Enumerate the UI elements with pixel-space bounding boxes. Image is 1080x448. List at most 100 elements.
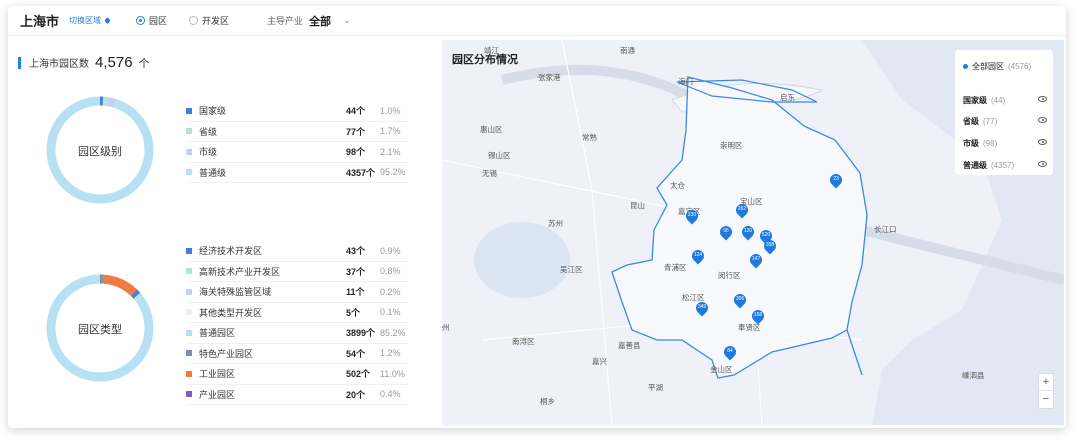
map-place-label: 苏州 [548, 219, 563, 228]
legend-count: 4357个 [346, 167, 376, 178]
map-marker-pin-icon[interactable]: 262 [733, 201, 751, 219]
legend-swatch [186, 350, 192, 357]
legend-all-label: 全部园区 [972, 62, 1004, 71]
map-place-label: 南浔区 [512, 337, 535, 346]
park-count-value: 4,576 [95, 54, 133, 71]
marker-count: 262 [737, 206, 747, 212]
map-place-label: 常熟 [582, 133, 597, 142]
map-place-label: 惠山区 [480, 125, 503, 134]
map-marker-pin-icon[interactable]: 230 [683, 207, 701, 225]
legend-name: 工业园区 [199, 369, 236, 380]
type-legend: 经济技术开发区 43个 0.9% 高新技术产业开发区 37个 0.8% 海关特殊监管区域 11… [186, 241, 408, 405]
map-marker-pin-icon[interactable]: 23 [827, 171, 845, 189]
radio-dev-zone[interactable]: 开发区 [189, 14, 229, 27]
eye-icon[interactable] [1038, 139, 1047, 145]
map-marker-pin-icon[interactable]: 130 [739, 223, 757, 241]
legend-count: 77个 [346, 126, 366, 137]
legend-all-parks[interactable]: 全部园区 (4576) [963, 61, 1031, 72]
radio-unchecked-icon [189, 16, 199, 25]
chevron-down-icon[interactable]: ⌄ [343, 15, 351, 26]
level-legend: 国家级 44个 1.0% 省级 77个 1.7% 市级 98个 2.1% 普通级 4357个 95.2… [186, 101, 408, 183]
map-marker-pin-icon[interactable]: 349 [693, 299, 711, 317]
legend-percent: 95.2% [380, 167, 406, 178]
legend-ordinary[interactable]: 普通级 (4357) [963, 160, 1047, 171]
map-place-label: 嘉善县 [618, 341, 641, 350]
legend-row: 特色产业园区 54个 1.2% [186, 344, 408, 364]
map-place-label: 太仓 [670, 181, 685, 190]
map-place-label: 闵行区 [718, 271, 741, 280]
map-place-label: 昆山 [630, 201, 645, 210]
legend-row: 国家级 44个 1.0% [186, 101, 408, 122]
legend-national[interactable]: 国家级 (44) [963, 95, 1047, 106]
map-place-label: 州 [442, 323, 450, 332]
legend-count: 43个 [346, 246, 366, 257]
switch-region-label: 切换区域 [69, 16, 102, 25]
legend-percent: 1.0% [380, 105, 401, 116]
map-place-label: 青浦区 [664, 263, 687, 272]
legend-percent: 0.9% [380, 245, 401, 256]
map-place-label: 桐乡 [540, 397, 555, 406]
map-panel[interactable]: 园区分布情况 靖江南通张家港海门启东惠山区常熟崇明区锡山区无锡太仓宝山区昆山嘉定… [442, 40, 1064, 425]
legend-name: 省级 [199, 126, 218, 137]
legend-national-count: (44) [991, 96, 1006, 105]
legend-swatch [186, 370, 192, 377]
legend-count: 37个 [346, 266, 366, 277]
map-marker-pin-icon[interactable]: 84 [721, 343, 739, 361]
map-marker-pin-icon[interactable]: 124 [689, 247, 707, 265]
type-donut-chart: 园区类型 [42, 270, 158, 386]
map-place-label: 吴江区 [560, 265, 583, 274]
park-count-unit: 个 [138, 57, 150, 70]
zoom-in-button[interactable]: + [1039, 374, 1053, 391]
legend-name: 普通级 [199, 167, 227, 178]
marker-count: 158 [753, 312, 763, 318]
park-count-header: 上海市园区数 4,576 个 [18, 54, 150, 71]
marker-count: 520 [761, 232, 771, 238]
map-place-label: 无锡 [482, 169, 497, 178]
switch-region-link[interactable]: 切换区域 [69, 15, 112, 26]
legend-all-count: (4576) [1008, 62, 1032, 71]
park-count-label: 上海市园区数 [29, 59, 89, 70]
app-frame: 上海市 切换区域 园区 开发区 主导产业 全部 ⌄ 上海市园区数 4,576 个… [8, 6, 1066, 428]
legend-count: 5个 [346, 307, 361, 318]
legend-percent: 2.1% [380, 146, 401, 157]
legend-swatch [186, 169, 192, 176]
legend-row: 普通园区 3899个 85.2% [186, 323, 408, 344]
legend-percent: 0.8% [380, 266, 401, 277]
radio-checked-icon [136, 16, 146, 25]
legend-percent: 0.1% [380, 307, 401, 318]
legend-count: 54个 [346, 348, 366, 359]
eye-icon[interactable] [1038, 117, 1047, 123]
legend-row: 高新技术产业开发区 37个 0.8% [186, 262, 408, 282]
map-place-label: 嘉兴 [592, 357, 607, 366]
map-marker-pin-icon[interactable]: 358 [761, 237, 779, 255]
eye-icon[interactable] [1038, 96, 1047, 102]
marker-count: 349 [697, 304, 707, 310]
legend-percent: 0.2% [380, 286, 401, 297]
legend-count: 502个 [346, 369, 371, 380]
legend-percent: 11.0% [380, 368, 405, 379]
legend-provincial[interactable]: 省级 (77) [963, 116, 1047, 127]
stats-panel: 上海市园区数 4,576 个 园区级别 国家级 44个 1.0% 省级 77个 1.7% 市… [8, 40, 432, 425]
marker-count: 95 [723, 228, 729, 234]
radio-park[interactable]: 园区 [136, 14, 167, 27]
map-place-label: 南通 [620, 46, 635, 55]
zoom-out-button[interactable]: − [1039, 391, 1053, 408]
legend-row: 省级 77个 1.7% [186, 122, 408, 142]
map-marker-pin-icon[interactable]: 95 [717, 223, 735, 241]
legend-percent: 0.4% [380, 389, 401, 400]
radio-park-label: 园区 [149, 16, 168, 26]
legend-count: 98个 [346, 147, 366, 158]
legend-name: 市级 [199, 147, 218, 158]
legend-provincial-count: (77) [983, 117, 998, 126]
map-marker-pin-icon[interactable]: 158 [749, 307, 767, 325]
map-marker-pin-icon[interactable]: 147 [747, 251, 765, 269]
eye-icon[interactable] [1038, 161, 1047, 167]
legend-municipal[interactable]: 市级 (98) [963, 138, 1047, 149]
legend-name: 海关特殊监管区域 [199, 287, 272, 298]
level-donut-center-label: 园区级别 [78, 146, 122, 158]
industry-label: 主导产业 [267, 16, 304, 26]
legend-count: 11个 [346, 287, 365, 298]
map-place-label: 启东 [780, 93, 795, 102]
map-marker-pin-icon[interactable]: 306 [731, 291, 749, 309]
industry-select[interactable]: 全部 [309, 13, 331, 29]
